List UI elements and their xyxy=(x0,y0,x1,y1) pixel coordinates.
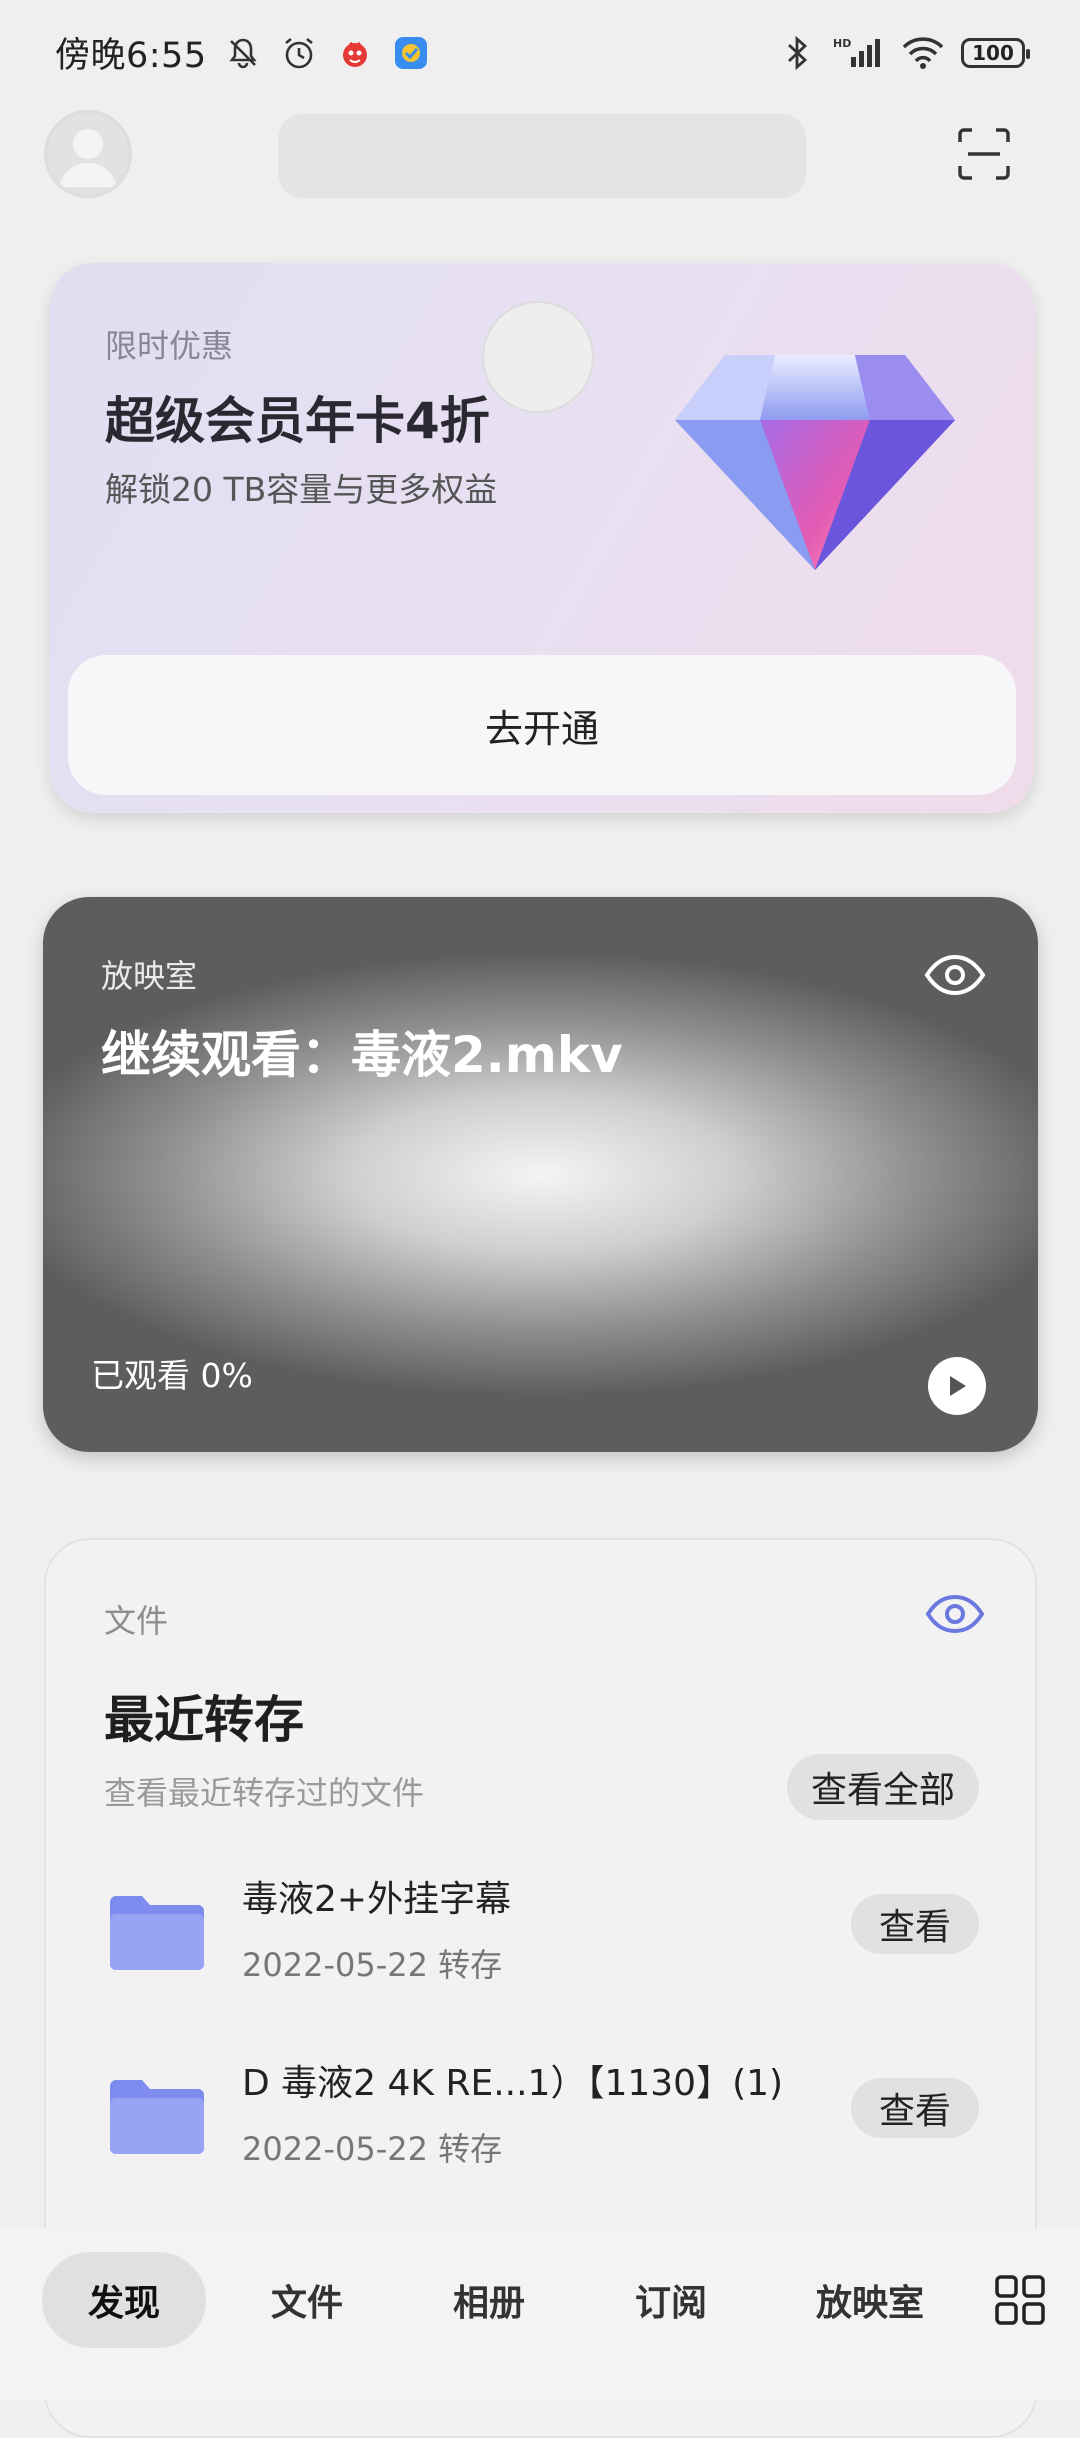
status-left: 傍晚6:55 xyxy=(55,27,431,78)
signal-icon: HD xyxy=(833,33,885,73)
status-bar: 傍晚6:55 HD 100 xyxy=(0,0,1080,105)
continue-watching-title: 继续观看：毒液2.mkv xyxy=(101,1026,623,1084)
file-date: 2022-05-22 转存 xyxy=(242,2130,503,2168)
folder-icon xyxy=(110,1896,204,1970)
svg-text:HD: HD xyxy=(833,37,851,50)
file-name: D 毒液2 4K RE...1）【1130】(1) xyxy=(242,2063,784,2104)
files-subtitle: 查看最近转存过的文件 xyxy=(104,1774,425,1812)
status-time: 傍晚6:55 xyxy=(55,36,207,76)
diamond-icon xyxy=(675,355,955,570)
bluetooth-icon xyxy=(777,33,817,73)
avatar[interactable] xyxy=(44,110,132,198)
folder-icon xyxy=(110,2080,204,2154)
view-file-button[interactable]: 查看 xyxy=(851,1894,979,1954)
nav-tab-files[interactable]: 文件 xyxy=(232,2252,382,2348)
promo-title: 超级会员年卡4折 xyxy=(105,392,490,450)
search-bar[interactable] xyxy=(278,114,806,198)
nav-tab-discover[interactable]: 发现 xyxy=(42,2252,206,2348)
app-notification-icon-2 xyxy=(391,33,431,73)
activate-vip-button[interactable]: 去开通 xyxy=(68,655,1016,795)
play-button[interactable] xyxy=(928,1357,986,1415)
battery-icon: 100 xyxy=(961,37,1030,68)
file-row[interactable]: 毒液2+外挂字幕 2022-05-22 转存 查看 xyxy=(46,1870,1035,2020)
theater-tag: 放映室 xyxy=(101,957,198,995)
alarm-icon xyxy=(279,33,319,73)
files-title: 最近转存 xyxy=(104,1691,304,1749)
promo-decoration-circle xyxy=(482,301,594,413)
eye-icon[interactable] xyxy=(925,1592,985,1636)
nav-tab-album[interactable]: 相册 xyxy=(414,2252,564,2348)
file-date: 2022-05-22 转存 xyxy=(242,1946,503,1984)
status-right: HD 100 xyxy=(777,33,1030,73)
grid-icon[interactable] xyxy=(994,2274,1046,2326)
view-file-button[interactable]: 查看 xyxy=(851,2078,979,2138)
watch-progress: 已观看 0% xyxy=(91,1356,253,1395)
view-all-button[interactable]: 查看全部 xyxy=(786,1754,979,1820)
promo-tag: 限时优惠 xyxy=(105,327,234,365)
file-row[interactable]: D 毒液2 4K RE...1）【1130】(1) 2022-05-22 转存 … xyxy=(46,2054,1035,2204)
app-notification-icon xyxy=(335,33,375,73)
nav-tab-subscribe[interactable]: 订阅 xyxy=(596,2252,746,2348)
header xyxy=(0,110,1080,202)
theater-card[interactable]: 放映室 继续观看：毒液2.mkv 已观看 0% xyxy=(43,897,1038,1452)
eye-icon[interactable] xyxy=(924,953,986,997)
scan-button[interactable] xyxy=(956,126,1012,182)
file-name: 毒液2+外挂字幕 xyxy=(242,1879,512,1920)
vip-promo-card[interactable]: 限时优惠 超级会员年卡4折 解锁20 TB容量与更多权益 去开通 xyxy=(50,263,1034,813)
avatar-icon xyxy=(59,129,117,187)
files-tag: 文件 xyxy=(104,1602,169,1640)
promo-subtitle: 解锁20 TB容量与更多权益 xyxy=(105,470,498,509)
nav-tab-theater[interactable]: 放映室 xyxy=(790,2252,950,2348)
bell-off-icon xyxy=(223,33,263,73)
bottom-nav: 发现 文件 相册 订阅 放映室 xyxy=(0,2228,1080,2400)
play-icon xyxy=(950,1376,966,1396)
scan-icon xyxy=(958,128,1010,180)
battery-level: 100 xyxy=(972,40,1014,65)
wifi-icon xyxy=(901,33,945,73)
